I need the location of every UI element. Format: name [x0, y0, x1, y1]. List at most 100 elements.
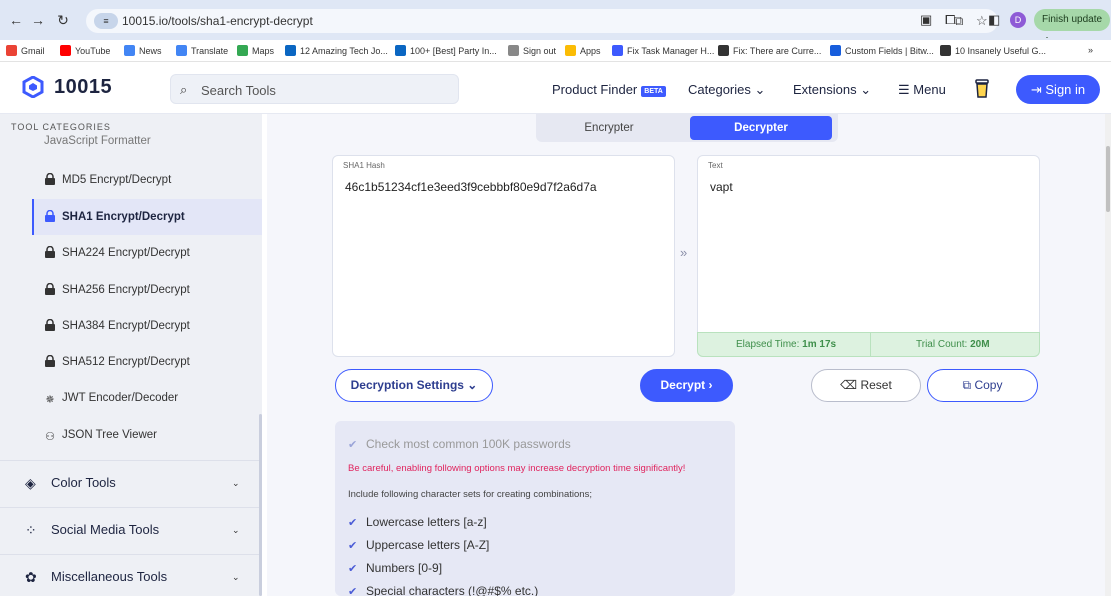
- reset-label: Reset: [860, 378, 892, 392]
- decrypt-button[interactable]: Decrypt ›: [640, 369, 733, 402]
- common-passwords-option[interactable]: ✔ Check most common 100K passwords: [348, 437, 571, 451]
- page-scrollbar-thumb[interactable]: [1106, 146, 1110, 212]
- sidebar-item-sha384[interactable]: SHA384 Encrypt/Decrypt: [32, 308, 262, 344]
- bookmark-item[interactable]: 12 Amazing Tech Jo...: [285, 45, 388, 56]
- site-favicon-icon: [612, 45, 623, 56]
- site-settings-icon[interactable]: ≡: [94, 13, 118, 29]
- back-icon[interactable]: ←: [8, 12, 24, 28]
- option-label: Check most common 100K passwords: [366, 437, 571, 451]
- sidebar-group-miscellaneous-tools[interactable]: ✿ Miscellaneous Tools ⌄: [0, 554, 262, 596]
- hash-label: SHA1 Hash: [343, 161, 385, 170]
- forward-icon[interactable]: →: [30, 12, 46, 28]
- sidebar-item-sha224[interactable]: SHA224 Encrypt/Decrypt: [32, 235, 262, 271]
- bookmark-item[interactable]: Sign out: [508, 45, 556, 56]
- bookmark-item[interactable]: Translate: [176, 45, 228, 56]
- hash-input[interactable]: 46c1b51234cf1e3eed3f9cebbbf80e9d7f2a6d7a: [345, 180, 597, 194]
- sidebar-group-color-tools[interactable]: ◈ Color Tools ⌄: [0, 460, 262, 506]
- sidebar-item-sha1[interactable]: SHA1 Encrypt/Decrypt: [32, 199, 262, 235]
- hash-input-panel[interactable]: SHA1 Hash 46c1b51234cf1e3eed3f9cebbbf80e…: [332, 155, 675, 357]
- tab-encrypter[interactable]: Encrypter: [538, 116, 680, 140]
- extension-icon[interactable]: ▣: [920, 12, 932, 28]
- bookmark-item[interactable]: Fix: There are Curre...: [718, 45, 821, 56]
- logo-text[interactable]: 10015: [54, 76, 112, 99]
- copy-label: Copy: [974, 378, 1003, 392]
- extensions-puzzle-icon[interactable]: ⧠: [945, 12, 955, 28]
- sha1-lock-icon: [45, 210, 55, 222]
- checkbox-checked-icon[interactable]: ✔: [348, 516, 360, 529]
- sidebar-item-label: SHA256 Encrypt/Decrypt: [62, 284, 190, 296]
- bookmark-item[interactable]: News: [124, 45, 162, 56]
- trial-count: Trial Count: 20M: [916, 339, 990, 350]
- bookmark-item[interactable]: Maps: [237, 45, 274, 56]
- sidebar-item-jwt[interactable]: ✵ JWT Encoder/Decoder: [32, 380, 262, 416]
- bookmark-label: 100+ [Best] Party In...: [410, 46, 497, 56]
- bookmark-item[interactable]: 10 Insanely Useful G...: [940, 45, 1046, 56]
- sidebar-scrollbar[interactable]: [259, 414, 262, 596]
- special-chars-option[interactable]: ✔ Special characters (!@#$% etc.): [348, 584, 538, 596]
- copy-button[interactable]: ⧉ Copy: [927, 369, 1038, 402]
- checkbox-checked-icon[interactable]: ✔: [348, 438, 360, 451]
- warning-text: Be careful, enabling following options m…: [348, 463, 686, 474]
- search-box[interactable]: ⌕: [170, 74, 459, 104]
- include-sets-text: Include following character sets for cre…: [348, 489, 592, 500]
- menu-button[interactable]: ☰ Menu: [898, 82, 946, 98]
- option-label: Uppercase letters [A-Z]: [366, 538, 490, 552]
- checkbox-checked-icon[interactable]: ✔: [348, 539, 360, 552]
- sidebar-item-md5[interactable]: MD5 Encrypt/Decrypt: [32, 162, 262, 198]
- sha256-lock-icon: [45, 283, 55, 295]
- bookmark-label: Translate: [191, 46, 229, 56]
- text-output-panel[interactable]: Text vapt: [697, 155, 1040, 333]
- text-output[interactable]: vapt: [710, 180, 733, 194]
- sign-in-label: Sign in: [1045, 82, 1086, 97]
- sidebar-item-sha512[interactable]: SHA512 Encrypt/Decrypt: [32, 344, 262, 380]
- reset-button[interactable]: ⌫ Reset: [811, 369, 921, 402]
- sidebar-item-label: MD5 Encrypt/Decrypt: [62, 174, 172, 186]
- finish-update-button[interactable]: Finish update ⋮: [1034, 9, 1110, 47]
- sidebar-group-social-media-tools[interactable]: ⁘ Social Media Tools ⌄: [0, 507, 262, 553]
- sidebar-item-label: JavaScript Formatter: [44, 135, 151, 147]
- lowercase-option[interactable]: ✔ Lowercase letters [a-z]: [348, 515, 487, 529]
- profile-avatar[interactable]: D: [1010, 12, 1026, 28]
- coffee-cup-icon[interactable]: [975, 78, 989, 98]
- bookmark-item[interactable]: YouTube: [60, 45, 110, 56]
- bookmark-item[interactable]: Fix Task Manager H...: [612, 45, 714, 56]
- uppercase-option[interactable]: ✔ Uppercase letters [A-Z]: [348, 538, 489, 552]
- sidebar-item-sha256[interactable]: SHA256 Encrypt/Decrypt: [32, 272, 262, 308]
- bookmarks-overflow-button[interactable]: »: [1088, 45, 1093, 55]
- reload-icon[interactable]: ↻: [55, 12, 71, 28]
- address-bar[interactable]: ≡ 10015.io/tools/sha1-encrypt-decrypt ⧉ …: [86, 9, 998, 33]
- linkedin-icon: [395, 45, 406, 56]
- bookmark-label: 12 Amazing Tech Jo...: [300, 46, 388, 56]
- checkbox-checked-icon[interactable]: ✔: [348, 562, 360, 575]
- checkbox-checked-icon[interactable]: ✔: [348, 585, 360, 596]
- copy-icon: ⧉: [962, 378, 972, 392]
- decryption-settings-button[interactable]: Decryption Settings ⌄: [335, 369, 493, 402]
- logo-icon[interactable]: [22, 76, 44, 98]
- search-input[interactable]: [201, 80, 451, 100]
- chevron-down-icon: ⌄: [232, 525, 240, 535]
- finish-update-label: Finish update: [1042, 14, 1103, 25]
- bookmark-item[interactable]: Gmail: [6, 45, 45, 56]
- sha224-lock-icon: [45, 246, 55, 258]
- sidebar-item-javascript-formatter[interactable]: JavaScript Formatter: [32, 132, 262, 150]
- sidebar-item-json-tree-viewer[interactable]: ⚇ JSON Tree Viewer: [32, 417, 262, 453]
- youtube-icon: [60, 45, 71, 56]
- bookmark-item[interactable]: 100+ [Best] Party In...: [395, 45, 497, 56]
- option-label: Lowercase letters [a-z]: [366, 515, 487, 529]
- sign-in-button[interactable]: ⇥ Sign in: [1016, 75, 1100, 104]
- product-finder-link[interactable]: Product Finder BETA: [552, 82, 666, 97]
- bookmark-star-icon[interactable]: ☆: [976, 13, 988, 29]
- news-icon: [124, 45, 135, 56]
- menu-icon: ☰: [898, 82, 910, 97]
- bookmark-item[interactable]: Apps: [565, 45, 601, 56]
- numbers-option[interactable]: ✔ Numbers [0-9]: [348, 561, 442, 575]
- site-favicon-icon: [718, 45, 729, 56]
- beta-badge: BETA: [641, 86, 666, 97]
- categories-menu[interactable]: Categories ⌄: [688, 82, 765, 98]
- extensions-menu[interactable]: Extensions ⌄: [793, 82, 871, 98]
- sign-in-icon: ⇥: [1030, 82, 1042, 97]
- tab-decrypter[interactable]: Decrypter: [690, 116, 832, 140]
- sha512-lock-icon: [45, 355, 55, 367]
- side-panel-icon[interactable]: ◧: [988, 12, 1000, 28]
- bookmark-item[interactable]: Custom Fields | Bitw...: [830, 45, 934, 56]
